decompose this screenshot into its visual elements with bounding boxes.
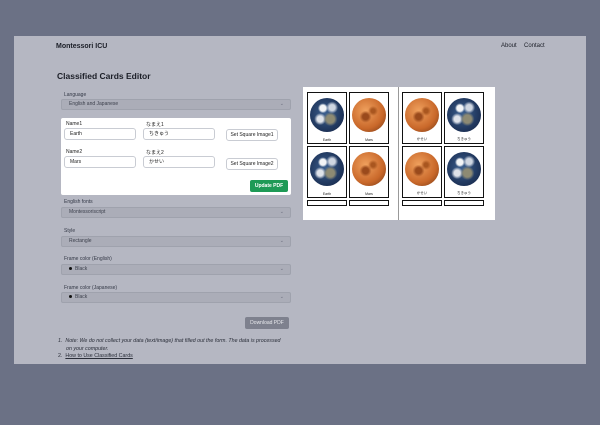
mars-image: [405, 97, 439, 132]
style-select[interactable]: Rectangle ⌄: [61, 236, 291, 247]
note-item-2: 2. How to Use Classified Cards: [58, 353, 133, 359]
card-partial: [402, 200, 442, 206]
english-fonts-select[interactable]: Montessoriscript ⌄: [61, 207, 291, 218]
jp-name2-input[interactable]: かせい: [143, 156, 215, 168]
note-item-1-continued: on your computer.: [66, 345, 109, 352]
frame-color-jp-value: Black: [75, 294, 88, 300]
card-earth-en-2: Earth: [307, 146, 347, 198]
card-earth-jp-2: ちきゅう: [444, 146, 484, 198]
page-divider: [398, 87, 399, 220]
chevron-down-icon: ⌄: [279, 101, 284, 107]
card-inputs-panel: Name1 Earth なまえ1 ちきゅう Set Square Image1 …: [61, 118, 291, 195]
card-mars-en: Mars: [349, 92, 389, 144]
notes-list: 1. Note: We do not collect your data (te…: [58, 338, 281, 361]
page-title: Classified Cards Editor: [57, 71, 151, 81]
style-label: Style: [64, 228, 76, 234]
earth-image: [447, 97, 481, 132]
chevron-down-icon: ⌄: [279, 266, 284, 272]
chevron-down-icon: ⌄: [279, 294, 284, 300]
chevron-down-icon: ⌄: [279, 209, 284, 215]
nav-link-contact[interactable]: Contact: [524, 43, 545, 49]
jp-name1-label: なまえ1: [146, 122, 164, 128]
jp-name1-input[interactable]: ちきゅう: [143, 128, 215, 140]
earth-image: [310, 97, 344, 132]
set-image1-button[interactable]: Set Square Image1: [226, 129, 278, 141]
note-item-1: 1. Note: We do not collect your data (te…: [58, 338, 281, 344]
card-earth-en: Earth: [307, 92, 347, 144]
set-image2-button[interactable]: Set Square Image2: [226, 158, 278, 170]
frame-color-en-select[interactable]: Black ⌄: [61, 264, 291, 275]
style-value: Rectangle: [69, 238, 92, 244]
jp-name2-label: なまえ2: [146, 150, 164, 156]
name2-label: Name2: [66, 149, 83, 155]
how-to-link[interactable]: How to Use Classified Cards: [65, 353, 132, 359]
card-earth-jp: ちきゅう: [444, 92, 484, 144]
english-fonts-value: Montessoriscript: [69, 209, 106, 215]
color-swatch-icon: [69, 267, 72, 271]
frame-color-en-label: Frame color (English): [64, 256, 112, 262]
language-value: English and Japanese: [69, 101, 119, 107]
name1-input[interactable]: Earth: [64, 128, 136, 140]
earth-image: [447, 151, 481, 186]
language-label: Language: [64, 92, 87, 98]
frame-color-jp-label: Frame color (Japanese): [64, 285, 118, 291]
card-partial: [444, 200, 484, 206]
card-mars-jp-2: かせい: [402, 146, 442, 198]
brand-logo[interactable]: Montessori ICU: [56, 43, 107, 50]
mars-image: [405, 151, 439, 186]
language-select[interactable]: English and Japanese ⌄: [61, 99, 291, 110]
name2-input[interactable]: Mars: [64, 156, 136, 168]
app-window: Montessori ICU About Contact Classified …: [14, 36, 586, 364]
frame-color-en-value: Black: [75, 266, 88, 272]
earth-image: [310, 151, 344, 186]
nav-link-about[interactable]: About: [501, 43, 517, 49]
card-partial: [307, 200, 347, 206]
english-fonts-label: English fonts: [64, 199, 93, 205]
color-swatch-icon: [69, 295, 72, 299]
chevron-down-icon: ⌄: [279, 238, 284, 244]
mars-image: [352, 97, 386, 132]
card-partial: [349, 200, 389, 206]
pdf-preview[interactable]: Earth Mars Earth Mars かせい ちきゅう かせい ちきゅう: [303, 87, 495, 220]
frame-color-jp-select[interactable]: Black ⌄: [61, 292, 291, 303]
mars-image: [352, 151, 386, 186]
update-pdf-button[interactable]: Update PDF: [250, 180, 288, 192]
card-mars-en-2: Mars: [349, 146, 389, 198]
download-pdf-button[interactable]: Download PDF: [245, 317, 289, 329]
name1-label: Name1: [66, 121, 83, 127]
card-mars-jp: かせい: [402, 92, 442, 144]
